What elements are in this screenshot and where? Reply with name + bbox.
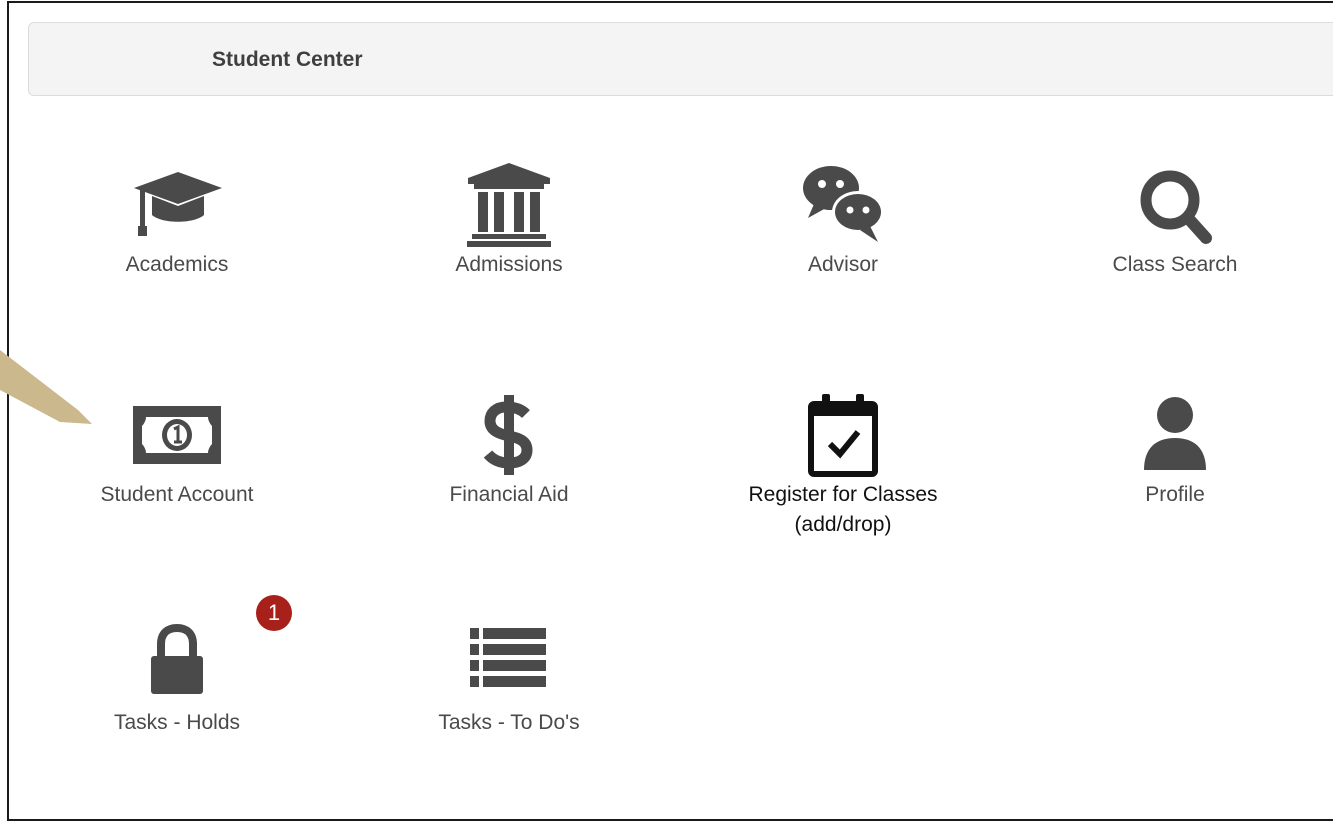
tile-financial-aid[interactable]: Financial Aid xyxy=(389,390,629,510)
page-title: Student Center xyxy=(212,48,363,71)
tile-admissions[interactable]: Admissions xyxy=(389,160,629,280)
tile-label: Class Search xyxy=(1112,253,1238,276)
chat-bubbles-icon xyxy=(803,166,884,242)
tile-label: Advisor xyxy=(807,253,879,276)
tile-tasks-holds[interactable]: Tasks - Holds xyxy=(57,618,297,738)
tile-academics[interactable]: Academics xyxy=(57,160,297,280)
calendar-check-icon xyxy=(808,394,878,477)
tile-label: Tasks - To Do's xyxy=(438,711,580,734)
tile-student-account[interactable]: Student Account xyxy=(57,390,297,510)
tile-tasks-to-dos[interactable]: Tasks - To Do's xyxy=(389,618,629,738)
graduation-cap-icon xyxy=(134,172,222,236)
tile-class-search[interactable]: Class Search xyxy=(1055,160,1295,280)
tile-profile[interactable]: Profile xyxy=(1055,390,1295,510)
tile-label-secondary: (add/drop) xyxy=(794,513,892,536)
tile-label: Financial Aid xyxy=(449,483,569,506)
money-bill-icon xyxy=(133,406,221,464)
lock-icon xyxy=(151,623,203,694)
search-icon xyxy=(1140,170,1212,244)
tile-label: Admissions xyxy=(455,253,563,276)
user-icon xyxy=(1144,397,1206,470)
tile-advisor[interactable]: Advisor xyxy=(723,160,963,280)
tile-label: Academics xyxy=(125,253,229,276)
dollar-icon xyxy=(483,395,533,475)
tile-label: Profile xyxy=(1145,483,1205,506)
list-icon xyxy=(470,628,546,687)
header-bar: Student Center xyxy=(28,22,1333,96)
notification-badge: 1 xyxy=(256,595,292,631)
tile-register-for-classes[interactable]: Register for Classes (add/drop) xyxy=(723,390,963,540)
tile-label: Tasks - Holds xyxy=(113,711,241,734)
bank-icon xyxy=(467,163,551,247)
tile-label: Student Account xyxy=(100,483,254,506)
tile-label: Register for Classes xyxy=(748,483,938,506)
